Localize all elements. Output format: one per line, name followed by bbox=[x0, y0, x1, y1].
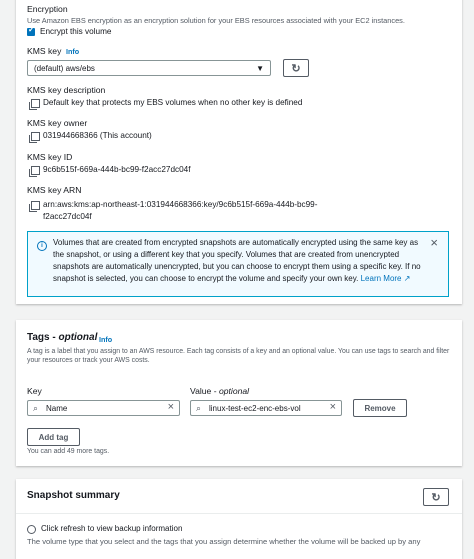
kms-key-id-label: KMS key ID bbox=[27, 152, 73, 162]
tag-value-header: Value - optional bbox=[190, 386, 249, 396]
tags-title: Tags - optional bbox=[27, 332, 97, 343]
info-circle-icon: i bbox=[37, 241, 47, 251]
kms-key-owner-value: 031944668366 (This account) bbox=[43, 131, 152, 140]
caret-down-icon: ▼ bbox=[256, 64, 264, 73]
encryption-heading: Encryption bbox=[27, 4, 68, 14]
kms-key-arn-label: KMS key ARN bbox=[27, 185, 82, 195]
kms-key-arn-value-cont: f2acc27dc04f bbox=[43, 212, 92, 221]
tag-value-input[interactable]: ⌕ linux-test-ec2-enc-ebs-vol × bbox=[190, 400, 342, 416]
snapshot-summary-title: Snapshot summary bbox=[27, 490, 120, 501]
learn-more-link[interactable]: Learn More ↗ bbox=[361, 274, 411, 283]
copy-icon[interactable] bbox=[29, 99, 40, 110]
refresh-icon: ↻ bbox=[291, 62, 301, 75]
alert-text-line-1: Volumes that are created from encrypted … bbox=[53, 238, 419, 247]
kms-key-description-value: Default key that protects my EBS volumes… bbox=[43, 98, 303, 107]
kms-key-owner-label: KMS key owner bbox=[27, 118, 88, 128]
refresh-kms-button[interactable]: ↻ bbox=[283, 59, 309, 77]
tags-description-line-1: A tag is a label that you assign to an A… bbox=[27, 348, 450, 355]
alert-text-line-3: snapshots are automatically unencrypted,… bbox=[53, 262, 421, 271]
alert-text-line-4-body: snapshot is selected, you can choose to … bbox=[53, 274, 359, 283]
clock-icon bbox=[27, 525, 36, 534]
search-icon: ⌕ bbox=[196, 403, 202, 413]
kms-key-description-label: KMS key description bbox=[27, 85, 106, 95]
tag-value-header-optional: optional bbox=[218, 386, 250, 396]
divider bbox=[16, 513, 462, 514]
kms-key-select[interactable]: (default) aws/ebs ▼ bbox=[27, 60, 271, 76]
close-icon[interactable]: × bbox=[430, 235, 438, 250]
copy-icon[interactable] bbox=[29, 201, 40, 212]
encryption-panel: Encryption Use Amazon EBS encryption as … bbox=[16, 0, 462, 304]
tag-value-header-text: Value - bbox=[190, 386, 219, 396]
encrypt-checkbox[interactable]: ✓ bbox=[27, 25, 35, 36]
kms-key-id-value: 9c6b515f-669a-444b-bc99-f2acc27dc04f bbox=[43, 165, 191, 174]
checkmark-icon: ✓ bbox=[28, 25, 35, 34]
kms-key-arn-value: arn:aws:kms:ap-northeast-1:031944668366:… bbox=[43, 200, 318, 209]
clear-icon[interactable]: × bbox=[168, 401, 174, 413]
kms-key-info-link[interactable]: Info bbox=[66, 47, 79, 56]
alert-text-line-4: snapshot is selected, you can choose to … bbox=[53, 274, 410, 283]
tag-value-value: linux-test-ec2-enc-ebs-vol bbox=[209, 403, 301, 413]
tags-title-text: Tags - bbox=[27, 332, 59, 343]
tags-panel: Tags - optional Info A tag is a label th… bbox=[16, 320, 462, 466]
encryption-description: Use Amazon EBS encryption as an encrypti… bbox=[27, 16, 405, 25]
remove-tag-button[interactable]: Remove bbox=[353, 399, 407, 417]
tag-key-value: Name bbox=[46, 403, 68, 413]
clear-icon[interactable]: × bbox=[330, 401, 336, 413]
learn-more-label: Learn More bbox=[360, 274, 402, 283]
external-link-icon: ↗ bbox=[403, 274, 411, 283]
refresh-hint: Click refresh to view backup information bbox=[41, 524, 183, 533]
add-tag-button[interactable]: Add tag bbox=[27, 428, 80, 446]
info-alert: i Volumes that are created from encrypte… bbox=[27, 231, 449, 297]
tag-key-header: Key bbox=[27, 386, 42, 396]
tags-remaining-text: You can add 49 more tags. bbox=[27, 448, 110, 455]
kms-key-select-value: (default) aws/ebs bbox=[34, 63, 95, 73]
refresh-snapshot-button[interactable]: ↻ bbox=[423, 488, 449, 506]
search-icon: ⌕ bbox=[33, 403, 39, 413]
alert-text-line-2: the snapshot, or using a different key t… bbox=[53, 250, 400, 259]
copy-icon[interactable] bbox=[29, 132, 40, 143]
kms-key-label: KMS key bbox=[27, 46, 62, 56]
tags-description-line-2: your resources or track your AWS costs. bbox=[27, 357, 150, 364]
snapshot-summary-panel: Snapshot summary ↻ Click refresh to view… bbox=[16, 479, 462, 559]
refresh-icon: ↻ bbox=[431, 491, 441, 504]
tag-key-input[interactable]: ⌕ Name × bbox=[27, 400, 180, 416]
tags-info-link[interactable]: Info bbox=[99, 335, 112, 344]
encrypt-checkbox-label[interactable]: Encrypt this volume bbox=[40, 27, 111, 36]
tags-title-optional: optional bbox=[58, 332, 98, 343]
copy-icon[interactable] bbox=[29, 166, 40, 177]
